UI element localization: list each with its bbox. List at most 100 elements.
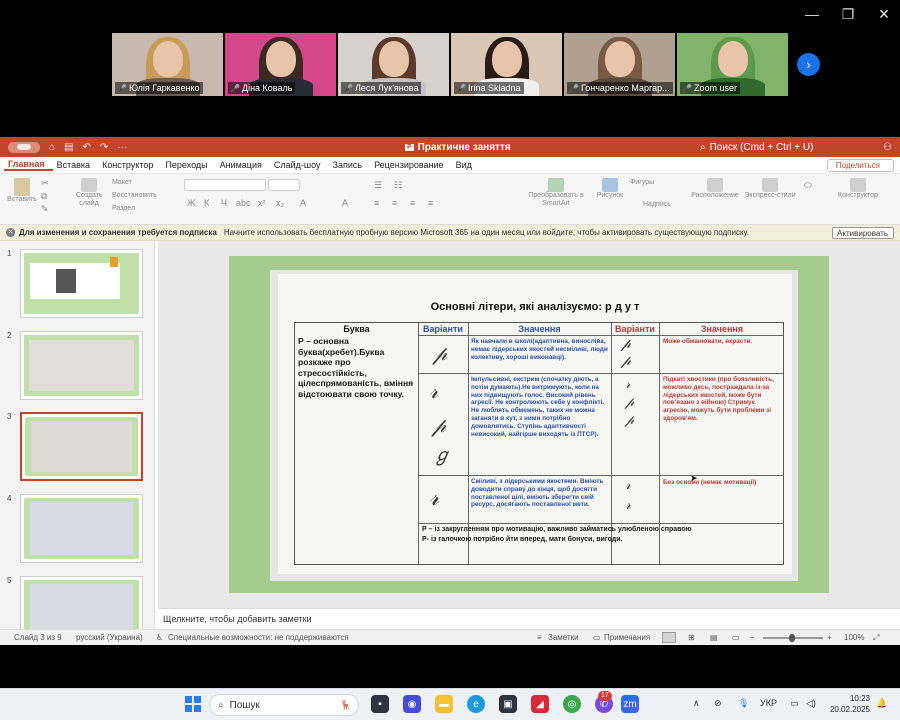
monitor-icon[interactable]: ▭: [790, 698, 799, 709]
align-center-icon[interactable]: ≡: [392, 198, 397, 208]
sidebar-toggle-icon[interactable]: [8, 141, 40, 153]
chrome-icon[interactable]: ◎: [563, 695, 581, 713]
notes-toggle[interactable]: Заметки: [548, 633, 579, 642]
ribbon-tab[interactable]: Рецензирование: [370, 160, 452, 170]
task-view-icon[interactable]: ▪: [371, 695, 389, 713]
ribbon-tab[interactable]: Запись: [329, 160, 371, 170]
ribbon-tab[interactable]: Вставка: [53, 160, 98, 170]
sorter-view-icon[interactable]: ⊞: [688, 633, 695, 642]
ribbon-tab[interactable]: Главная: [4, 159, 53, 171]
clear-format-icon[interactable]: A: [342, 198, 348, 208]
activate-button[interactable]: Активировать: [832, 227, 894, 239]
underline-icon[interactable]: Ч: [221, 198, 227, 208]
numbering-icon[interactable]: ☷: [394, 180, 402, 191]
zoom-out-icon[interactable]: −: [750, 633, 755, 642]
font-family-select[interactable]: [184, 179, 266, 191]
restore-icon[interactable]: ❐: [840, 6, 856, 23]
zoom-slider-handle[interactable]: [789, 634, 795, 642]
comments-toggle[interactable]: Примечания: [604, 633, 650, 642]
teams-icon[interactable]: ◉: [403, 695, 421, 713]
participant-tile[interactable]: 🎤 Zoom user: [677, 33, 788, 96]
slide-thumbnail-3[interactable]: [20, 412, 143, 481]
redo-icon[interactable]: ↷: [100, 142, 108, 153]
ribbon-tab[interactable]: Вид: [452, 160, 480, 170]
undo-icon[interactable]: ↶: [83, 142, 91, 153]
participant-tile[interactable]: 🎤 Діна Коваль: [225, 33, 336, 96]
save-icon[interactable]: ▤: [64, 142, 73, 153]
shapes-button[interactable]: Фигуры: [630, 179, 654, 186]
shape-fill-icon[interactable]: ⬭: [804, 180, 812, 191]
slide-thumbnail-1[interactable]: [20, 249, 143, 318]
more-icon[interactable]: ···: [117, 142, 127, 153]
app-red-icon[interactable]: ◢: [531, 695, 549, 713]
bullets-icon[interactable]: ☰: [374, 180, 382, 191]
close-icon[interactable]: ✕: [876, 6, 892, 23]
next-participants-arrow-icon[interactable]: ›: [797, 53, 820, 76]
paste-button[interactable]: Вставить: [6, 178, 38, 203]
reading-view-icon[interactable]: ▤: [710, 633, 718, 642]
search-field[interactable]: ⌕ Поиск (Cmd + Ctrl + U): [700, 142, 813, 153]
slide-thumbnail-4[interactable]: [20, 494, 143, 563]
bold-icon[interactable]: Ж: [187, 198, 195, 208]
slide-thumbnail-2[interactable]: [20, 331, 143, 400]
header-meaning-1: Значення: [518, 324, 561, 334]
subscript-icon[interactable]: x₂: [276, 198, 284, 208]
justify-icon[interactable]: ≡: [428, 198, 433, 208]
taskbar-search[interactable]: ⌕ Пошук 🦌: [209, 694, 359, 716]
section-button[interactable]: Раздел: [112, 205, 135, 212]
language-indicator[interactable]: русский (Украина): [76, 633, 143, 642]
copy-icon[interactable]: ⧉: [41, 191, 47, 202]
new-slide-button[interactable]: Создать слайд: [68, 178, 110, 208]
volume-icon[interactable]: ◁): [806, 698, 816, 709]
strikethrough-icon[interactable]: abc: [236, 198, 251, 208]
font-color-icon[interactable]: A: [300, 198, 306, 208]
notification-bell-icon[interactable]: 🔔: [876, 698, 887, 709]
zoom-level[interactable]: 100%: [844, 633, 864, 642]
italic-icon[interactable]: К: [204, 198, 209, 208]
home-icon[interactable]: ⌂: [49, 142, 55, 153]
edge-icon[interactable]: e: [467, 695, 485, 713]
store-icon[interactable]: ▣: [499, 695, 517, 713]
clock[interactable]: 10:23 20.02.2025: [830, 693, 870, 715]
tray-chevron-icon[interactable]: ∧: [693, 698, 700, 709]
normal-view-icon[interactable]: [662, 632, 676, 643]
layout-button[interactable]: Макет: [112, 179, 132, 186]
superscript-icon[interactable]: x²: [258, 198, 266, 208]
language-indicator[interactable]: УКР: [760, 698, 777, 708]
slideshow-icon[interactable]: ▭: [732, 633, 740, 642]
ribbon-tab[interactable]: Конструктор: [98, 160, 161, 170]
arrange-button[interactable]: Расположение: [690, 178, 740, 199]
start-windows-icon[interactable]: [184, 695, 202, 713]
accessibility-status[interactable]: Специальные возможности: не поддерживают…: [168, 633, 349, 642]
ribbon-tab[interactable]: Переходы: [161, 160, 215, 170]
picture-button[interactable]: Рисунок: [594, 178, 626, 199]
file-explorer-icon[interactable]: ▬: [435, 695, 453, 713]
ribbon-tab[interactable]: Анимация: [216, 160, 270, 170]
participant-tile[interactable]: 🎤 Леся Лук'янова: [338, 33, 449, 96]
align-left-icon[interactable]: ≡: [374, 198, 379, 208]
quick-styles-button[interactable]: Экспресс-стили: [742, 178, 798, 199]
participant-tile[interactable]: 🎤 Гончаренко Маргар...: [564, 33, 675, 96]
fit-slide-icon[interactable]: ⤢: [873, 633, 879, 643]
participant-tile[interactable]: 🎤 Юлія Гаркавенко: [112, 33, 223, 96]
font-size-select[interactable]: [268, 179, 300, 191]
smartart-button[interactable]: Преобразовать в SmartArt: [528, 178, 584, 208]
align-right-icon[interactable]: ≡: [410, 198, 415, 208]
share-button[interactable]: Поделиться: [826, 159, 894, 172]
zoom-in-icon[interactable]: +: [827, 633, 832, 642]
ribbon-tab[interactable]: Слайд-шоу: [270, 160, 329, 170]
minimize-icon[interactable]: —: [804, 6, 820, 23]
textbox-button[interactable]: Надпись: [643, 201, 671, 208]
network-off-icon[interactable]: ⊘: [714, 698, 722, 709]
reset-button[interactable]: Восстановить: [112, 192, 157, 199]
notes-pane[interactable]: Щелкните, чтобы добавить заметки: [158, 608, 900, 629]
zoom-app-icon[interactable]: zm: [621, 695, 639, 713]
designer-button[interactable]: Конструктор: [834, 178, 882, 199]
current-slide[interactable]: Основні літери, які аналізуємо: р д у т …: [229, 256, 829, 593]
participant-tile[interactable]: 🎤 Irina Skladna: [451, 33, 562, 96]
cut-icon[interactable]: ✂: [41, 178, 49, 189]
mouse-cursor-icon: ➤: [690, 473, 698, 483]
format-painter-icon[interactable]: ✎: [41, 204, 49, 215]
mic-icon[interactable]: 🎙: [738, 698, 749, 709]
collab-icon[interactable]: ⚇: [883, 142, 892, 153]
